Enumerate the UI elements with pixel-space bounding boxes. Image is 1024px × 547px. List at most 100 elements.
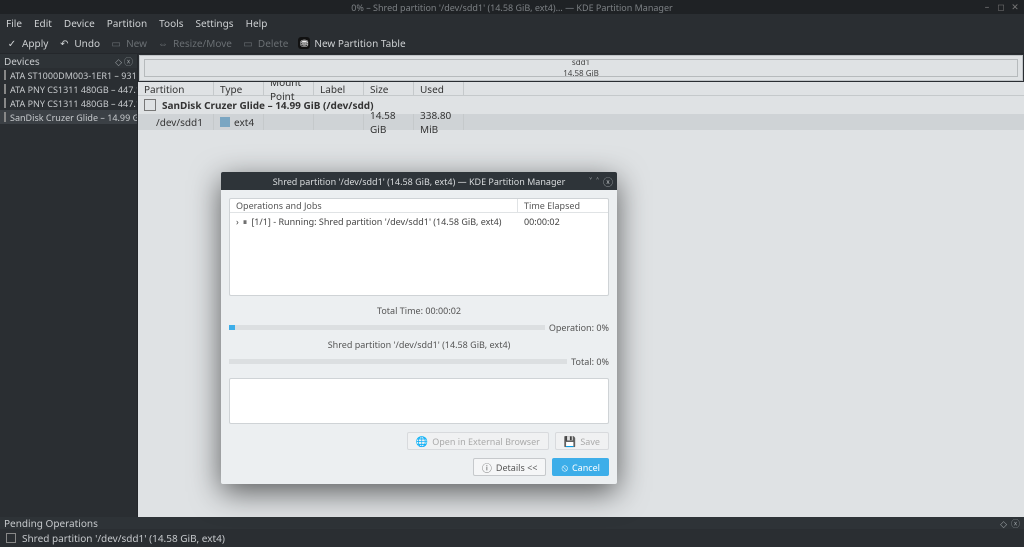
col-label[interactable]: Label <box>314 82 364 95</box>
menu-device[interactable]: Device <box>64 16 95 30</box>
cancel-icon: ⦸ <box>561 460 568 474</box>
panel-float-icon[interactable]: ◇ <box>115 55 122 68</box>
toolbar-delete-label: Delete <box>258 36 288 50</box>
window-close-icon[interactable]: ✕ <box>1010 2 1020 12</box>
menu-settings[interactable]: Settings <box>196 16 234 30</box>
undo-button[interactable]: ↶ Undo <box>58 36 100 50</box>
device-item[interactable]: ATA ST1000DM003-1ER1 – 931.51 GiB (… <box>0 68 137 82</box>
disk-icon <box>4 70 6 80</box>
toolbar-resize-label: Resize/Move <box>173 36 232 50</box>
toolbar-newtable-label: New Partition Table <box>314 36 405 50</box>
subtask-label: Shred partition '/dev/sdd1' (14.58 GiB, … <box>229 338 609 351</box>
undo-icon: ↶ <box>58 37 70 49</box>
window-titlebar: 0% – Shred partition '/dev/sdd1' (14.58 … <box>0 0 1024 14</box>
dialog-body: Operations and Jobs Time Elapsed › ⏸ [1/… <box>221 190 617 484</box>
dialog-collapse-icon[interactable]: ˄ <box>596 174 599 189</box>
disk-map[interactable]: sdd1 14.58 GiB <box>139 55 1023 81</box>
menu-tools[interactable]: Tools <box>159 16 183 30</box>
row-label <box>314 114 364 130</box>
device-label: ATA PNY CS1311 480GB – 447.13 GiB (/… <box>10 97 137 110</box>
table-row[interactable]: /dev/sdd1 ext4 14.58 GiB 338.80 MiB <box>138 114 1024 130</box>
col-type[interactable]: Type <box>214 82 264 95</box>
dialog-title: Shred partition '/dev/sdd1' (14.58 GiB, … <box>273 175 566 188</box>
col-mount[interactable]: Mount Point <box>264 82 314 95</box>
device-item[interactable]: ATA PNY CS1311 480GB – 447.13 GiB (/… <box>0 96 137 110</box>
devices-title: Devices <box>4 54 40 68</box>
apply-button[interactable]: ✓ Apply <box>6 36 48 50</box>
total-time-label: Total Time: 00:00:02 <box>229 304 609 317</box>
operation-progressbar <box>229 325 545 330</box>
pause-icon: ⏸ <box>243 215 248 228</box>
window-maximize-icon[interactable]: ◻ <box>996 2 1006 12</box>
panel-close-icon[interactable]: ⓧ <box>124 55 133 68</box>
panel-float-icon[interactable]: ◇ <box>1000 517 1007 530</box>
row-partition: /dev/sdd1 <box>156 115 203 129</box>
info-icon: ⓘ <box>482 460 492 475</box>
panel-close-icon[interactable]: ⓧ <box>1011 517 1020 530</box>
operation-text: [1/1] - Running: Shred partition '/dev/s… <box>251 215 501 228</box>
total-progress-row: Total: 0% <box>229 355 609 368</box>
row-used: 338.80 MiB <box>420 108 457 136</box>
dialog-titlebar: Shred partition '/dev/sdd1' (14.58 GiB, … <box>221 172 617 190</box>
resize-icon: ⇔ <box>157 37 169 49</box>
chevron-right-icon[interactable]: › <box>236 215 239 228</box>
new-partition-table-button[interactable]: ⛃ New Partition Table <box>298 36 405 50</box>
dialog-menu-icon[interactable]: ˅ <box>589 174 592 189</box>
delete-button: ▭ Delete <box>242 36 288 50</box>
partition-table-header: Partition Type Mount Point Label Size Us… <box>138 82 1024 96</box>
save-button: 💾 Save <box>555 432 609 450</box>
col-partition[interactable]: Partition <box>138 82 214 95</box>
log-output <box>229 378 609 424</box>
window-minimize-icon[interactable]: – <box>982 2 992 12</box>
fs-icon <box>220 117 230 127</box>
col-time: Time Elapsed <box>518 199 608 212</box>
save-icon: 💾 <box>564 434 576 448</box>
cancel-label: Cancel <box>572 461 600 474</box>
globe-icon: 🌐 <box>416 434 428 448</box>
devices-panel-header: Devices ◇ ⓧ <box>0 54 137 68</box>
disk-icon <box>4 112 6 122</box>
total-percent: Total: 0% <box>571 355 609 368</box>
pending-item[interactable]: Shred partition '/dev/sdd1' (14.58 GiB, … <box>22 531 225 545</box>
dialog-actions-upper: 🌐 Open in External Browser 💾 Save <box>229 432 609 450</box>
operation-row[interactable]: › ⏸ [1/1] - Running: Shred partition '/d… <box>230 213 608 229</box>
dialog-actions-lower: ⓘ Details << ⦸ Cancel <box>229 458 609 476</box>
pending-operations-list: Shred partition '/dev/sdd1' (14.58 GiB, … <box>0 529 1024 547</box>
menu-file[interactable]: File <box>6 16 22 30</box>
resize-button: ⇔ Resize/Move <box>157 36 232 50</box>
pending-title: Pending Operations <box>4 516 98 530</box>
dialog-close-icon[interactable]: ⓧ <box>603 174 613 189</box>
col-size[interactable]: Size <box>364 82 414 95</box>
operations-list: Operations and Jobs Time Elapsed › ⏸ [1/… <box>229 198 609 296</box>
details-button[interactable]: ⓘ Details << <box>473 458 547 476</box>
delete-icon: ▭ <box>242 37 254 49</box>
device-item[interactable]: SanDisk Cruzer Glide – 14.99 GiB (/dev… <box>0 110 137 124</box>
toolbar: ✓ Apply ↶ Undo ▭ New ⇔ Resize/Move ▭ Del… <box>0 32 1024 54</box>
device-item[interactable]: ATA PNY CS1311 480GB – 447.13 GiB (/… <box>0 82 137 96</box>
open-browser-label: Open in External Browser <box>432 435 540 448</box>
menu-edit[interactable]: Edit <box>34 16 52 30</box>
new-button: ▭ New <box>110 36 147 50</box>
toolbar-undo-label: Undo <box>74 36 100 50</box>
menu-partition[interactable]: Partition <box>107 16 147 30</box>
row-size: 14.58 GiB <box>370 108 407 136</box>
col-ops: Operations and Jobs <box>230 199 518 212</box>
progress-dialog: Shred partition '/dev/sdd1' (14.58 GiB, … <box>221 172 617 484</box>
device-list: ATA ST1000DM003-1ER1 – 931.51 GiB (… ATA… <box>0 68 137 517</box>
disk-icon <box>4 98 6 108</box>
toolbar-apply-label: Apply <box>22 36 48 50</box>
row-type: ext4 <box>234 115 254 129</box>
check-icon: ✓ <box>6 37 18 49</box>
col-used[interactable]: Used <box>414 82 464 95</box>
operation-progress-row: Operation: 0% <box>229 321 609 334</box>
device-label: ATA PNY CS1311 480GB – 447.13 GiB (/… <box>10 83 137 96</box>
partition-device-row[interactable]: SanDisk Cruzer Glide – 14.99 GiB (/dev/s… <box>138 96 1024 114</box>
hdd-icon <box>144 99 156 111</box>
total-progressbar <box>229 359 567 364</box>
cancel-button[interactable]: ⦸ Cancel <box>552 458 609 476</box>
menu-help[interactable]: Help <box>246 16 268 30</box>
menubar: File Edit Device Partition Tools Setting… <box>0 14 1024 32</box>
disk-icon <box>4 84 6 94</box>
drive-icon: ⛃ <box>298 37 310 49</box>
operations-header: Operations and Jobs Time Elapsed <box>230 199 608 213</box>
